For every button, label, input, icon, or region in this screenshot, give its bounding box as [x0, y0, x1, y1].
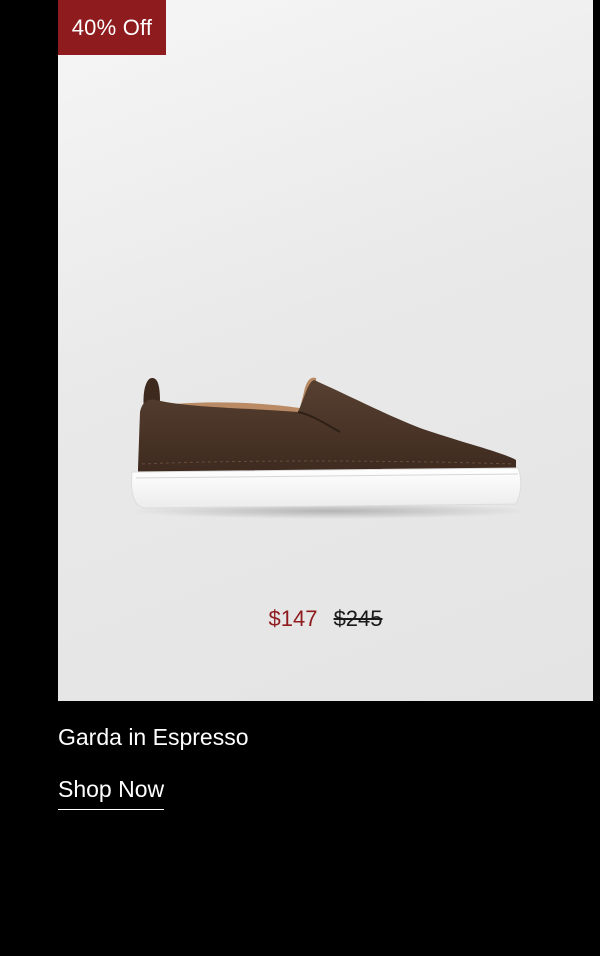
sale-price: $147 — [268, 606, 318, 631]
product-name[interactable]: Garda in Espresso — [58, 722, 248, 752]
price-row: $147 $245 — [58, 604, 593, 634]
shop-now-link[interactable]: Shop Now — [58, 774, 165, 810]
product-card[interactable]: 40% Off $147 $245 — [58, 0, 593, 701]
original-price: $245 — [333, 606, 383, 631]
product-image[interactable] — [130, 372, 522, 520]
discount-badge: 40% Off — [58, 0, 166, 55]
